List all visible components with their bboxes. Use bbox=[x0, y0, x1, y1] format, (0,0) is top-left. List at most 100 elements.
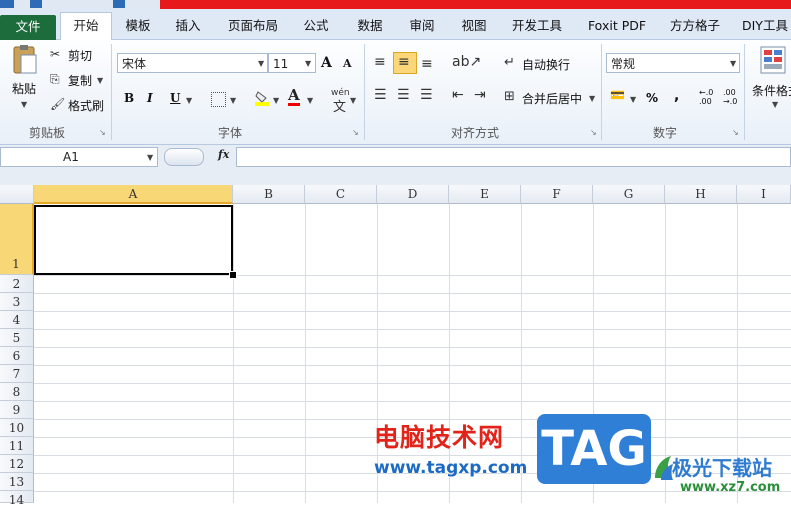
formula-bar-splitter[interactable] bbox=[164, 148, 204, 166]
increase-decimal-button[interactable]: ←.0 .00 bbox=[699, 88, 719, 106]
orientation-icon[interactable]: ab↗ bbox=[452, 54, 481, 70]
column-header-a[interactable]: A bbox=[34, 185, 233, 204]
conditional-format-dropdown-icon[interactable]: ▼ bbox=[772, 100, 778, 109]
row-header-12[interactable]: 12 bbox=[0, 455, 34, 473]
decrease-indent-icon[interactable]: ⇤ bbox=[452, 87, 464, 103]
borders-icon[interactable] bbox=[211, 92, 226, 107]
phonetic-dropdown-icon[interactable]: ▼ bbox=[350, 96, 356, 105]
number-format-dropdown-icon[interactable]: ▼ bbox=[730, 59, 736, 68]
format-painter-button[interactable]: 格式刷 bbox=[68, 97, 104, 114]
tab-foxit-pdf[interactable]: Foxit PDF bbox=[584, 15, 650, 37]
font-name-dropdown-icon[interactable]: ▼ bbox=[258, 59, 264, 68]
increase-indent-icon[interactable]: ⇥ bbox=[474, 87, 486, 103]
fill-color-dropdown-icon[interactable]: ▼ bbox=[273, 96, 279, 105]
column-header-f[interactable]: F bbox=[521, 185, 593, 204]
tab-diy-tools[interactable]: DIY工具 bbox=[742, 15, 791, 37]
row-header-2[interactable]: 2 bbox=[0, 275, 34, 293]
row-header-1[interactable]: 1 bbox=[0, 204, 34, 275]
active-cell-a1[interactable] bbox=[34, 205, 233, 275]
tab-formulas[interactable]: 公式 bbox=[296, 15, 336, 37]
merge-center-icon[interactable]: ⊞ bbox=[504, 89, 515, 104]
number-format-box[interactable]: 常规 bbox=[606, 53, 740, 73]
merge-center-button[interactable]: 合并后居中 bbox=[522, 90, 582, 107]
font-color-dropdown-icon[interactable]: ▼ bbox=[307, 96, 313, 105]
row-header-6[interactable]: 6 bbox=[0, 347, 34, 365]
row-header-14[interactable]: 14 bbox=[0, 491, 34, 507]
tab-fangfang[interactable]: 方方格子 bbox=[664, 15, 726, 37]
column-header-d[interactable]: D bbox=[377, 185, 449, 204]
decrease-decimal-button[interactable]: .00 →.0 bbox=[723, 88, 743, 106]
tab-data[interactable]: 数据 bbox=[350, 15, 390, 37]
column-header-c[interactable]: C bbox=[305, 185, 377, 204]
copy-icon[interactable]: ⎘ bbox=[50, 72, 60, 87]
phonetic-icon[interactable]: 文 bbox=[333, 96, 346, 115]
cut-icon[interactable]: ✂ bbox=[50, 47, 60, 61]
row-header-11[interactable]: 11 bbox=[0, 437, 34, 455]
underline-dropdown-icon[interactable]: ▼ bbox=[186, 96, 192, 105]
tab-page-layout[interactable]: 页面布局 bbox=[224, 15, 282, 37]
currency-icon[interactable]: 💳 bbox=[610, 88, 625, 102]
align-right-icon[interactable]: ☰ bbox=[420, 87, 433, 103]
paste-dropdown-icon[interactable]: ▼ bbox=[21, 100, 27, 109]
copy-button[interactable]: 复制 bbox=[68, 72, 92, 89]
font-name-box[interactable]: 宋体 bbox=[117, 53, 268, 73]
row-header-8[interactable]: 8 bbox=[0, 383, 34, 401]
align-center-icon[interactable]: ☰ bbox=[397, 87, 410, 103]
font-launcher-icon[interactable]: ↘ bbox=[352, 128, 359, 137]
alignment-launcher-icon[interactable]: ↘ bbox=[590, 128, 597, 137]
font-size-dropdown-icon[interactable]: ▼ bbox=[305, 59, 311, 68]
comma-button[interactable]: , bbox=[674, 88, 679, 104]
column-header-e[interactable]: E bbox=[449, 185, 521, 204]
save-icon[interactable] bbox=[30, 0, 42, 8]
conditional-format-icon[interactable] bbox=[760, 46, 786, 74]
row-header-10[interactable]: 10 bbox=[0, 419, 34, 437]
row-header-4[interactable]: 4 bbox=[0, 311, 34, 329]
align-bottom-icon[interactable]: ≡ bbox=[421, 56, 433, 72]
tab-view[interactable]: 视图 bbox=[454, 15, 494, 37]
row-header-5[interactable]: 5 bbox=[0, 329, 34, 347]
fill-handle[interactable] bbox=[229, 271, 237, 279]
tab-home[interactable]: 开始 bbox=[60, 12, 112, 40]
tab-developer[interactable]: 开发工具 bbox=[506, 15, 568, 37]
bold-button[interactable]: B bbox=[124, 91, 134, 105]
tab-file[interactable]: 文件 bbox=[0, 15, 56, 40]
italic-button[interactable]: I bbox=[147, 91, 153, 105]
percent-button[interactable]: % bbox=[646, 91, 658, 105]
row-header-7[interactable]: 7 bbox=[0, 365, 34, 383]
align-left-icon[interactable]: ☰ bbox=[374, 87, 387, 103]
fill-color-icon[interactable] bbox=[255, 90, 269, 106]
copy-dropdown-icon[interactable]: ▼ bbox=[97, 76, 103, 85]
conditional-format-button[interactable]: 条件格式 bbox=[752, 82, 791, 99]
insert-function-button[interactable]: fx bbox=[218, 148, 229, 161]
tab-template[interactable]: 模板 bbox=[118, 15, 158, 37]
tab-review[interactable]: 审阅 bbox=[402, 15, 442, 37]
align-middle-button[interactable]: ≡ bbox=[393, 52, 417, 74]
align-top-icon[interactable]: ≡ bbox=[374, 54, 386, 70]
shrink-font-button[interactable]: A bbox=[343, 57, 352, 70]
row-header-13[interactable]: 13 bbox=[0, 473, 34, 491]
column-header-h[interactable]: H bbox=[665, 185, 737, 204]
number-launcher-icon[interactable]: ↘ bbox=[732, 128, 739, 137]
row-header-3[interactable]: 3 bbox=[0, 293, 34, 311]
paste-button[interactable]: 粘贴 bbox=[12, 80, 36, 97]
select-all-corner[interactable] bbox=[0, 185, 34, 204]
column-header-i[interactable]: I bbox=[737, 185, 791, 204]
row-header-9[interactable]: 9 bbox=[0, 401, 34, 419]
clipboard-launcher-icon[interactable]: ↘ bbox=[99, 128, 106, 137]
currency-dropdown-icon[interactable]: ▼ bbox=[630, 95, 636, 104]
cut-button[interactable]: 剪切 bbox=[68, 47, 92, 64]
name-box-dropdown-icon[interactable]: ▼ bbox=[147, 153, 153, 162]
column-header-b[interactable]: B bbox=[233, 185, 305, 204]
borders-dropdown-icon[interactable]: ▼ bbox=[230, 96, 236, 105]
formula-input[interactable] bbox=[236, 147, 791, 167]
format-painter-icon[interactable]: 🖌 bbox=[50, 97, 65, 111]
excel-icon[interactable] bbox=[0, 0, 14, 8]
font-color-button[interactable]: A bbox=[288, 88, 300, 106]
grow-font-button[interactable]: A bbox=[321, 55, 332, 71]
underline-button[interactable]: U bbox=[170, 91, 180, 105]
paste-icon[interactable] bbox=[10, 44, 38, 76]
name-box[interactable]: A1 ▼ bbox=[0, 147, 158, 167]
quick-access-icon[interactable] bbox=[113, 0, 125, 8]
wrap-text-icon[interactable]: ↵ bbox=[504, 55, 515, 70]
wrap-text-button[interactable]: 自动换行 bbox=[522, 56, 570, 73]
